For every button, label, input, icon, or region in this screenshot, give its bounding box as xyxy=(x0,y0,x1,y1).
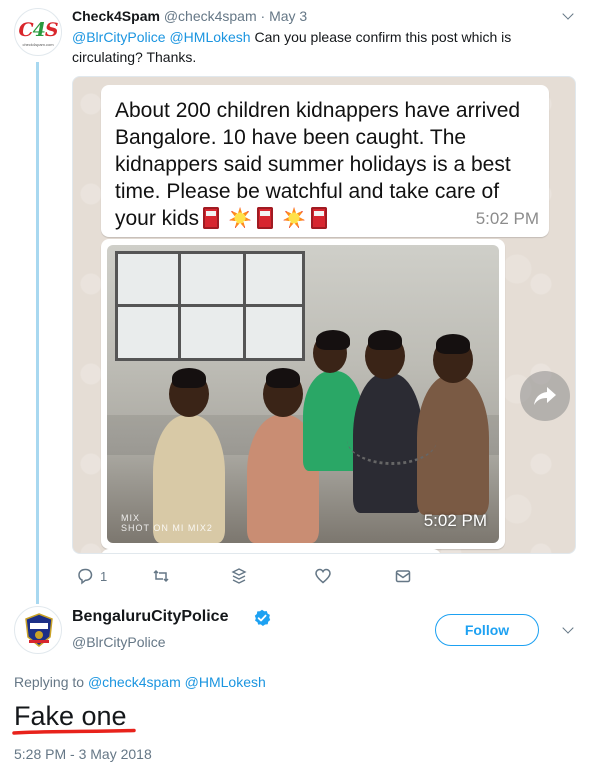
separator-dot: · xyxy=(260,8,266,24)
check4spam-logo: C4S xyxy=(18,19,58,41)
chevron-down-icon[interactable] xyxy=(562,10,574,22)
tweet1-author-name[interactable]: Check4Spam xyxy=(72,8,160,24)
tweet2-author-name[interactable]: BengaluruCityPolice xyxy=(72,608,228,626)
chat-message-bubble: About 200 children kidnappers have arriv… xyxy=(101,85,549,237)
chat-message-time: 5:02 PM xyxy=(475,209,539,228)
reply-button[interactable]: 1 xyxy=(76,566,107,586)
check4spam-avatar[interactable]: C4S check4spam.com xyxy=(14,8,62,56)
red-underline-annotation xyxy=(12,728,136,735)
fuel-pump-emoji-icon xyxy=(255,205,279,231)
photo-time: 5:02 PM xyxy=(423,511,487,530)
like-button[interactable] xyxy=(314,566,332,586)
replying-prefix: Replying to xyxy=(14,674,85,690)
person-head xyxy=(263,368,303,417)
tweet1-action-bar: 1 xyxy=(72,566,422,588)
camera-watermark: MIX SHOT ON MI MIX2 xyxy=(121,513,213,533)
collision-emoji-icon xyxy=(280,205,308,231)
person-head xyxy=(365,330,405,379)
retweet-icon xyxy=(153,569,169,583)
tweet2-timestamp[interactable]: 5:28 PM - 3 May 2018 xyxy=(14,746,152,762)
layers-icon xyxy=(231,568,247,584)
fuel-pump-emoji-icon xyxy=(201,205,225,231)
chevron-down-icon[interactable] xyxy=(562,624,574,636)
tweet2-author-handle[interactable]: @BlrCityPolice xyxy=(72,634,166,650)
tweet1-author-handle[interactable]: @check4spam xyxy=(164,8,257,24)
person-head xyxy=(433,334,473,383)
collision-emoji-icon xyxy=(226,205,254,231)
stack-button[interactable] xyxy=(230,566,248,586)
person-head xyxy=(313,330,350,373)
person-head xyxy=(169,368,209,417)
fuel-pump-emoji-icon xyxy=(309,205,333,231)
tweet1-text: @BlrCityPolice @HMLokesh Can you please … xyxy=(72,27,572,67)
direct-message-button[interactable] xyxy=(394,566,412,586)
barred-window xyxy=(115,251,305,361)
tweet1-date[interactable]: May 3 xyxy=(269,8,307,24)
heart-icon xyxy=(315,568,331,584)
forward-button[interactable] xyxy=(520,371,570,421)
chat-message-text: About 200 children kidnappers have arriv… xyxy=(115,99,521,231)
chat-photo-bubble: MIX SHOT ON MI MIX2 5:02 PM xyxy=(101,239,505,549)
follow-button[interactable]: Follow xyxy=(435,614,539,646)
emoji-sequence xyxy=(201,205,333,231)
avatar-subtext: check4spam.com xyxy=(22,42,54,47)
envelope-icon xyxy=(395,570,411,583)
mention-link[interactable]: @HMLokesh xyxy=(169,29,250,45)
verified-badge-icon xyxy=(254,609,271,626)
reply-icon xyxy=(78,568,93,585)
bengaluru-police-avatar[interactable] xyxy=(14,606,62,654)
next-chat-bubble xyxy=(101,549,441,553)
thread-connector-line xyxy=(36,62,39,604)
reply-count: 1 xyxy=(100,568,108,584)
replying-to-line: Replying to @check4spam @HMLokesh xyxy=(14,674,266,690)
mention-link[interactable]: @BlrCityPolice xyxy=(72,29,166,45)
retweet-button[interactable] xyxy=(152,566,170,586)
chain xyxy=(347,415,437,465)
photo-of-detained-men: MIX SHOT ON MI MIX2 5:02 PM xyxy=(107,245,499,543)
forward-arrow-icon xyxy=(534,387,556,405)
tweet1-media-card[interactable]: About 200 children kidnappers have arriv… xyxy=(72,76,576,554)
replying-mentions[interactable]: @check4spam @HMLokesh xyxy=(88,674,266,690)
police-badge-icon xyxy=(25,613,53,647)
tweet1-header: Check4Spam @check4spam · May 3 xyxy=(72,8,307,24)
